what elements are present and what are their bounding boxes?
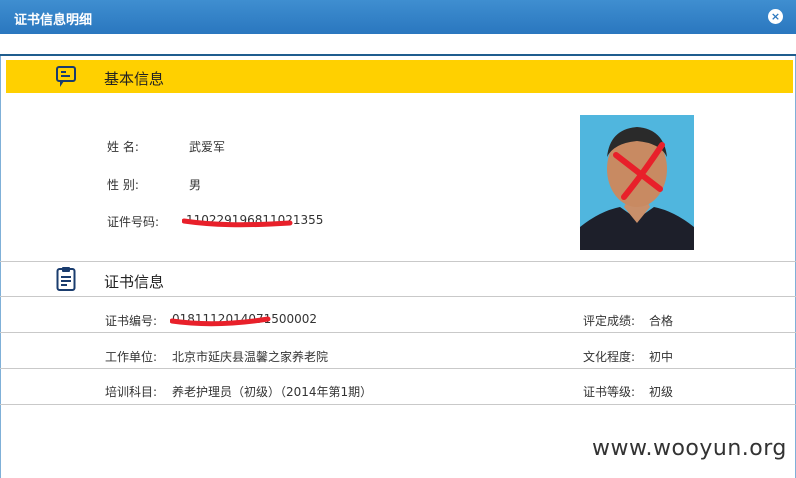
header-separator — [0, 54, 796, 56]
divider — [0, 332, 796, 333]
name-label: 姓 名: — [107, 140, 139, 154]
redaction-scribble — [170, 316, 271, 327]
education-label: 文化程度: — [583, 350, 636, 364]
basic-info-title: 基本信息 — [104, 70, 165, 88]
left-border — [0, 56, 1, 478]
cert-info-title: 证书信息 — [104, 273, 165, 291]
gender-value: 男 — [189, 178, 202, 192]
profile-photo — [580, 115, 694, 250]
dialog-titlebar: 证书信息明细 × — [0, 0, 796, 34]
id-number-label: 证件号码: — [107, 215, 160, 229]
cert-level-label: 证书等级: — [583, 385, 636, 399]
watermark: www.wooyun.org — [592, 436, 787, 461]
subject-value: 养老护理员（初级）（2014年第1期） — [172, 385, 373, 399]
redaction-scribble — [182, 218, 293, 228]
result-label: 评定成绩: — [583, 314, 636, 328]
dialog-title: 证书信息明细 — [14, 13, 93, 28]
work-unit-value: 北京市延庆县温馨之家养老院 — [172, 350, 329, 364]
divider — [0, 296, 796, 297]
education-value: 初中 — [649, 350, 674, 364]
result-value: 合格 — [649, 314, 674, 328]
divider — [0, 404, 796, 405]
divider — [0, 368, 796, 369]
name-value: 武爱军 — [189, 140, 226, 154]
gender-label: 性 别: — [107, 178, 139, 192]
close-icon[interactable]: × — [768, 9, 783, 24]
work-unit-label: 工作单位: — [105, 350, 158, 364]
monitor-flag-icon — [56, 66, 76, 87]
clipboard-icon — [56, 267, 76, 291]
cert-level-value: 初级 — [649, 385, 674, 399]
subject-label: 培训科目: — [105, 385, 158, 399]
cert-number-label: 证书编号: — [105, 314, 158, 328]
photo-graphic — [580, 115, 694, 250]
divider — [0, 261, 796, 262]
